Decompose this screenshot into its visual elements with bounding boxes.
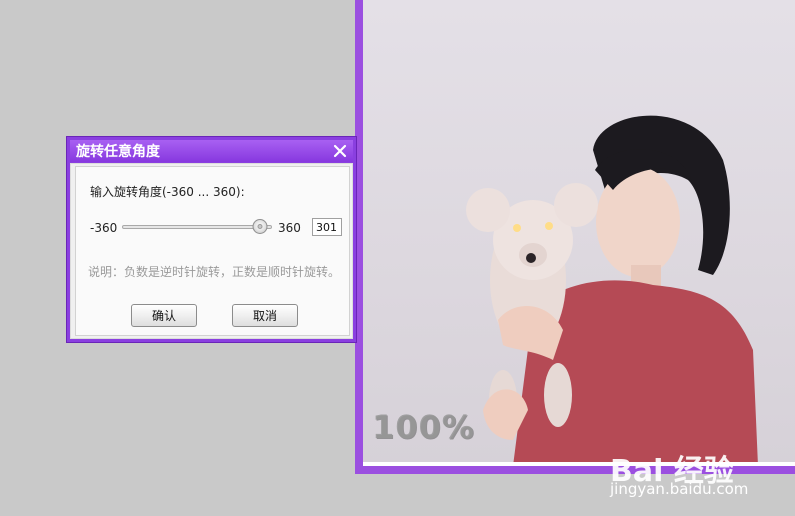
close-button[interactable] [331, 142, 349, 160]
rotation-note: 说明：负数是逆时针旋转，正数是顺时针旋转。 [88, 265, 341, 279]
close-icon [333, 144, 347, 158]
confirm-button[interactable]: 确认 [131, 304, 197, 327]
dialog-body: 输入旋转角度(-360 ... 360): -360 360 说明：负数是逆时针… [70, 163, 353, 339]
watermark-url: jingyan.baidu.com [610, 480, 749, 498]
cancel-button[interactable]: 取消 [232, 304, 298, 327]
angle-input[interactable] [312, 218, 342, 236]
dialog-titlebar[interactable]: 旋转任意角度 [70, 140, 353, 162]
slider-thumb[interactable] [252, 219, 268, 234]
dialog-title: 旋转任意角度 [76, 144, 160, 160]
photo-illustration [466, 115, 758, 466]
slider-track[interactable] [122, 225, 272, 229]
dialog-panel: 输入旋转角度(-360 ... 360): -360 360 说明：负数是逆时针… [75, 166, 350, 336]
angle-slider[interactable] [122, 217, 272, 237]
slider-max-label: 360 [278, 221, 301, 235]
rotate-angle-dialog: 旋转任意角度 输入旋转角度(-360 ... 360): -360 360 说明… [67, 137, 356, 342]
slider-min-label: -360 [90, 221, 118, 235]
angle-prompt: 输入旋转角度(-360 ... 360): [90, 185, 245, 199]
image-viewer-frame [355, 0, 795, 474]
zoom-level-label: 100% [372, 408, 475, 446]
photo [363, 0, 795, 466]
